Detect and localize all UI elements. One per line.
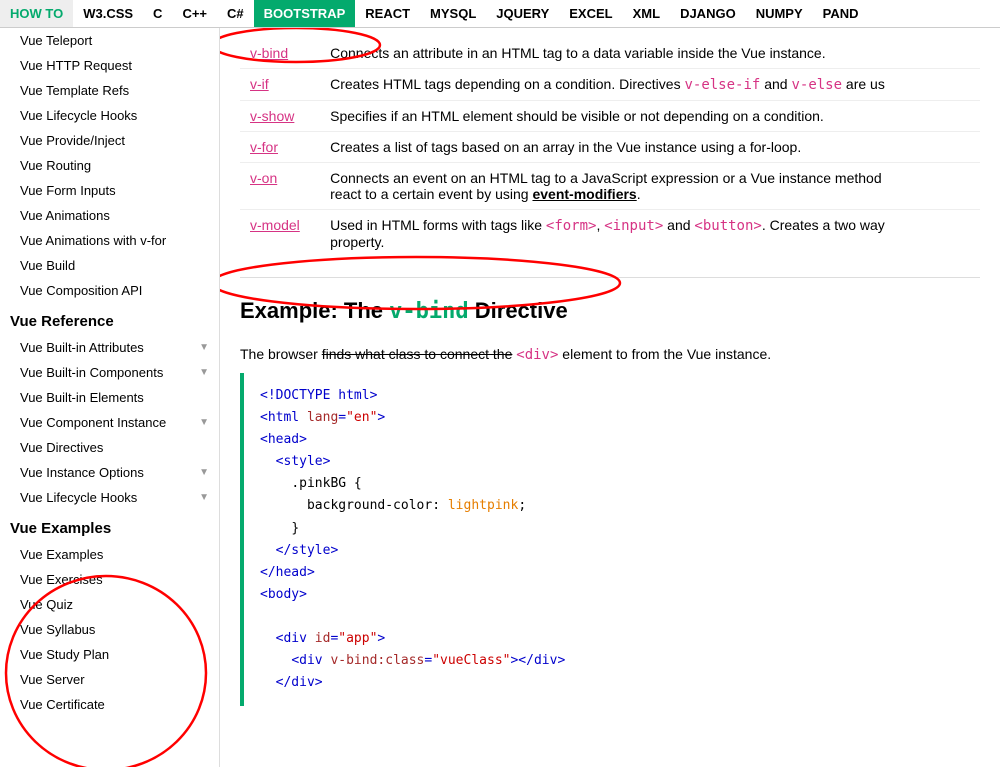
button-code: <button> bbox=[694, 218, 761, 234]
vmodel-desc: Used in HTML forms with tags like <form>… bbox=[320, 210, 980, 258]
directives-table: v-bind Connects an attribute in an HTML … bbox=[240, 38, 980, 257]
sidebar-item-vue-examples[interactable]: Vue Examples bbox=[0, 542, 219, 567]
nav-c[interactable]: C bbox=[143, 0, 172, 27]
table-row: v-if Creates HTML tags depending on a co… bbox=[240, 69, 980, 101]
example-desc: The browser finds what class to connect … bbox=[240, 346, 980, 363]
table-row: v-bind Connects an attribute in an HTML … bbox=[240, 38, 980, 69]
velse-if-code: v-else-if bbox=[684, 77, 760, 93]
table-row: v-on Connects an event on an HTML tag to… bbox=[240, 163, 980, 210]
nav-excel[interactable]: EXCEL bbox=[559, 0, 622, 27]
code-line-9: </head> bbox=[260, 565, 315, 580]
sidebar-item-vue-quiz[interactable]: Vue Quiz bbox=[0, 592, 219, 617]
arrow-icon: ▼ bbox=[199, 467, 209, 478]
vshow-link[interactable]: v-show bbox=[250, 108, 294, 124]
vmodel-link[interactable]: v-model bbox=[250, 217, 300, 233]
content-area: v-bind Connects an attribute in an HTML … bbox=[220, 28, 1000, 767]
sidebar-examples-title: Vue Examples bbox=[0, 510, 219, 542]
sidebar-item-vue-syllabus[interactable]: Vue Syllabus bbox=[0, 617, 219, 642]
form-code: <form> bbox=[546, 218, 597, 234]
vfor-desc: Creates a list of tags based on an array… bbox=[320, 132, 980, 163]
sidebar-item-lifecycle-hooks2[interactable]: Vue Lifecycle Hooks ▼ bbox=[0, 485, 219, 510]
sidebar-item-build[interactable]: Vue Build bbox=[0, 253, 219, 278]
vbind-link[interactable]: v-bind bbox=[250, 45, 288, 61]
code-line-13: </div> bbox=[276, 675, 323, 690]
sidebar-item-provide-inject[interactable]: Vue Provide/Inject bbox=[0, 128, 219, 153]
example-heading: Example: The v-bind Directive bbox=[240, 294, 568, 328]
code-line-8: </style> bbox=[276, 543, 339, 558]
table-row: v-for Creates a list of tags based on an… bbox=[240, 132, 980, 163]
arrow-icon: ▼ bbox=[199, 367, 209, 378]
sidebar-item-vue-server[interactable]: Vue Server bbox=[0, 667, 219, 692]
sidebar: Vue Teleport Vue HTTP Request Vue Templa… bbox=[0, 28, 220, 767]
vfor-link[interactable]: v-for bbox=[250, 139, 278, 155]
nav-mysql[interactable]: MYSQL bbox=[420, 0, 486, 27]
code-line-7: } bbox=[291, 521, 299, 536]
code-line-4: <style> bbox=[276, 454, 331, 469]
code-line-5: .pinkBG { bbox=[291, 476, 361, 491]
example-vbind-highlight: v-bind bbox=[389, 299, 468, 324]
nav-pand[interactable]: PAND bbox=[813, 0, 869, 27]
sidebar-item-routing[interactable]: Vue Routing bbox=[0, 153, 219, 178]
example-section: Example: The v-bind Directive bbox=[240, 277, 980, 336]
code-line-12: <div v-bind:class="vueClass"></div> bbox=[291, 653, 565, 668]
sidebar-item-template-refs[interactable]: Vue Template Refs bbox=[0, 78, 219, 103]
sidebar-item-vue-study-plan[interactable]: Vue Study Plan bbox=[0, 642, 219, 667]
nav-csharp[interactable]: C# bbox=[217, 0, 254, 27]
vif-desc: Creates HTML tags depending on a conditi… bbox=[320, 69, 980, 101]
sidebar-item-animations[interactable]: Vue Animations bbox=[0, 203, 219, 228]
sidebar-item-vue-exercises[interactable]: Vue Exercises bbox=[0, 567, 219, 592]
sidebar-item-component-instance[interactable]: Vue Component Instance ▼ bbox=[0, 410, 219, 435]
code-line-1: <!DOCTYPE html> bbox=[260, 388, 377, 403]
nav-numpy[interactable]: NUMPY bbox=[746, 0, 813, 27]
sidebar-item-builtin-components[interactable]: Vue Built-in Components ▼ bbox=[0, 360, 219, 385]
sidebar-item-directives[interactable]: Vue Directives bbox=[0, 435, 219, 460]
sidebar-item-lifecycle-hooks[interactable]: Vue Lifecycle Hooks bbox=[0, 103, 219, 128]
arrow-icon: ▼ bbox=[199, 417, 209, 428]
nav-cpp[interactable]: C++ bbox=[172, 0, 217, 27]
nav-w3css[interactable]: W3.CSS bbox=[73, 0, 143, 27]
vshow-desc: Specifies if an HTML element should be v… bbox=[320, 101, 980, 132]
sidebar-item-composition-api[interactable]: Vue Composition API bbox=[0, 278, 219, 303]
example-heading-prefix: Example: The bbox=[240, 298, 389, 323]
code-line-3: <head> bbox=[260, 432, 307, 447]
code-line-10: <body> bbox=[260, 587, 307, 602]
sidebar-item-form-inputs[interactable]: Vue Form Inputs bbox=[0, 178, 219, 203]
table-row: v-model Used in HTML forms with tags lik… bbox=[240, 210, 980, 258]
von-desc: Connects an event on an HTML tag to a Ja… bbox=[320, 163, 980, 210]
event-modifiers-link[interactable]: event-modifiers bbox=[532, 186, 636, 202]
div-tag-code: <div> bbox=[516, 347, 558, 363]
nav-jquery[interactable]: JQUERY bbox=[486, 0, 559, 27]
nav-react[interactable]: REACT bbox=[355, 0, 420, 27]
example-heading-suffix: Directive bbox=[469, 298, 568, 323]
von-link[interactable]: v-on bbox=[250, 170, 277, 186]
nav-xml[interactable]: XML bbox=[623, 0, 670, 27]
vif-link[interactable]: v-if bbox=[250, 76, 269, 92]
nav-howto[interactable]: HOW TO bbox=[0, 0, 73, 27]
sidebar-item-http[interactable]: Vue HTTP Request bbox=[0, 53, 219, 78]
sidebar-item-animations-vfor[interactable]: Vue Animations with v-for bbox=[0, 228, 219, 253]
sidebar-item-builtin-attrs[interactable]: Vue Built-in Attributes ▼ bbox=[0, 335, 219, 360]
velse-code: v-else bbox=[791, 77, 842, 93]
code-line-11: <div id="app"> bbox=[276, 631, 386, 646]
sidebar-reference-title: Vue Reference bbox=[0, 303, 219, 335]
nav-django[interactable]: DJANGO bbox=[670, 0, 746, 27]
sidebar-item-teleport[interactable]: Vue Teleport bbox=[0, 28, 219, 53]
sidebar-item-instance-options[interactable]: Vue Instance Options ▼ bbox=[0, 460, 219, 485]
arrow-icon: ▼ bbox=[199, 492, 209, 503]
vbind-desc: Connects an attribute in an HTML tag to … bbox=[320, 38, 980, 69]
code-block: <!DOCTYPE html> <html lang="en"> <head> … bbox=[240, 373, 980, 706]
table-row: v-show Specifies if an HTML element shou… bbox=[240, 101, 980, 132]
top-nav: HOW TO W3.CSS C C++ C# BOOTSTRAP REACT M… bbox=[0, 0, 1000, 28]
arrow-icon: ▼ bbox=[199, 342, 209, 353]
code-line-6: background-color: bbox=[307, 498, 448, 513]
main-layout: Vue Teleport Vue HTTP Request Vue Templa… bbox=[0, 28, 1000, 767]
sidebar-item-builtin-elements[interactable]: Vue Built-in Elements bbox=[0, 385, 219, 410]
strikethrough-text: finds what class to connect the bbox=[322, 346, 513, 362]
code-lightpink: lightpink bbox=[448, 498, 518, 513]
code-line-2: <html lang="en"> bbox=[260, 410, 385, 425]
sidebar-item-vue-certificate[interactable]: Vue Certificate bbox=[0, 692, 219, 717]
input-code: <input> bbox=[604, 218, 663, 234]
nav-bootstrap[interactable]: BOOTSTRAP bbox=[254, 0, 356, 27]
